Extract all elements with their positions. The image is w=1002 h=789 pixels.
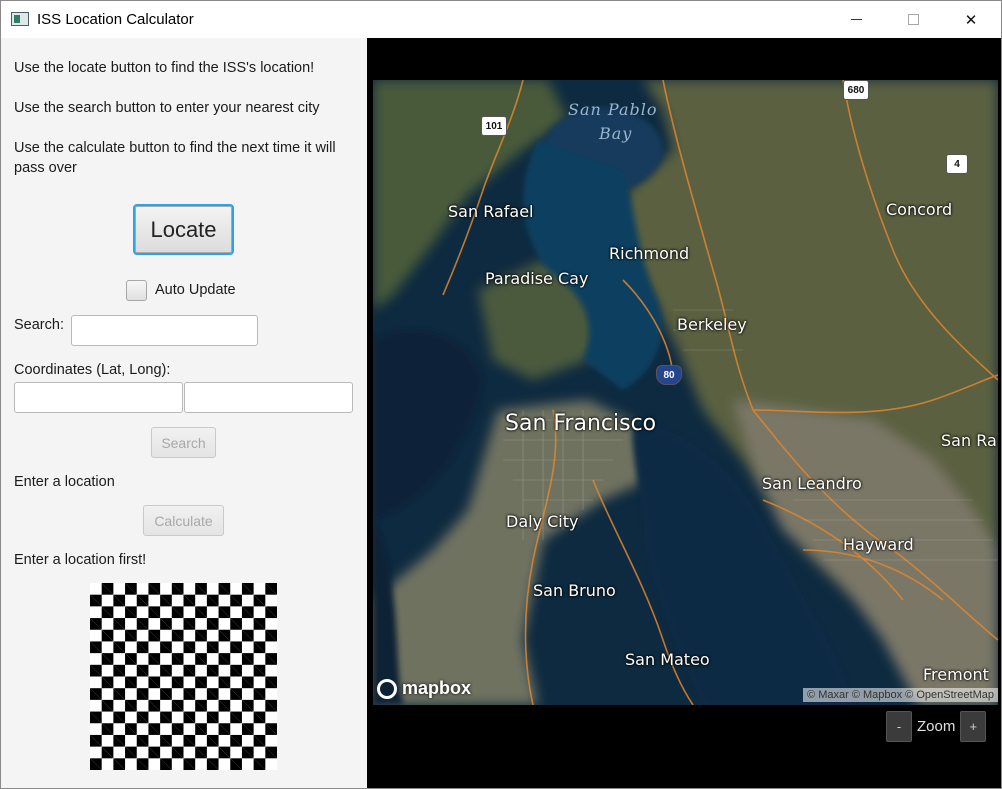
mapbox-logo-icon — [377, 678, 397, 699]
place-label: San Rafael — [448, 202, 534, 221]
calculate-button[interactable]: Calculate — [143, 505, 224, 536]
place-label: San Bruno — [533, 581, 616, 600]
highway-shield-101: 101 — [481, 116, 507, 136]
search-instruction: Use the search button to enter your near… — [14, 100, 320, 116]
control-panel: Use the locate button to find the ISS's … — [1, 38, 367, 788]
auto-update-toggle[interactable]: Auto Update — [126, 279, 236, 301]
app-window: ISS Location Calculator ✕ Use the locate… — [0, 0, 1002, 789]
place-label: Richmond — [609, 244, 690, 263]
place-label: Daly City — [506, 512, 579, 531]
zoom-controls: - Zoom + — [886, 711, 987, 742]
minimize-button[interactable] — [827, 1, 885, 38]
search-input[interactable] — [71, 315, 258, 346]
water-label-san-pablo: San Pablo — [568, 100, 658, 119]
water-label-bay: Bay — [599, 124, 633, 143]
zoom-label: Zoom — [917, 718, 956, 735]
place-label: San Francisco — [505, 411, 657, 436]
title-bar[interactable]: ISS Location Calculator ✕ — [1, 1, 1001, 38]
zoom-in-button[interactable]: + — [960, 711, 987, 742]
minimize-icon — [850, 19, 862, 20]
maximize-icon — [907, 14, 919, 25]
locate-button[interactable]: Locate — [133, 204, 234, 255]
mapbox-logo: mapbox — [377, 678, 471, 699]
map-terrain — [373, 80, 998, 705]
zoom-out-button[interactable]: - — [886, 711, 912, 742]
maximize-button[interactable] — [884, 1, 942, 38]
calculate-instruction: Use the calculate button to find the nex… — [14, 140, 336, 176]
latitude-field[interactable] — [14, 382, 183, 413]
interstate-shield-80: 80 — [656, 365, 682, 385]
search-button[interactable]: Search — [151, 427, 216, 458]
window-title: ISS Location Calculator — [37, 11, 194, 28]
calculation-status-text: Enter a location first! — [14, 552, 147, 568]
place-label: Concord — [886, 200, 953, 219]
satellite-map[interactable]: San Pablo Bay San Rafael Richmond Concor… — [373, 80, 998, 705]
checkerboard-image — [90, 583, 277, 770]
place-label: Fremont — [923, 665, 989, 684]
longitude-field[interactable] — [184, 382, 353, 413]
location-status-text: Enter a location — [14, 474, 115, 490]
place-label: San Ra — [941, 431, 997, 450]
app-icon — [11, 12, 29, 26]
place-label: San Leandro — [762, 474, 862, 493]
close-button[interactable]: ✕ — [942, 1, 1000, 38]
map-panel: San Pablo Bay San Rafael Richmond Concor… — [367, 38, 1001, 788]
search-label: Search: — [14, 317, 64, 333]
coordinates-label: Coordinates (Lat, Long): — [14, 362, 171, 378]
auto-update-checkbox[interactable] — [126, 279, 147, 301]
auto-update-label: Auto Update — [155, 282, 236, 298]
place-label: Hayward — [843, 535, 914, 554]
map-attribution[interactable]: © Maxar © Mapbox © OpenStreetMap — [803, 688, 998, 702]
highway-shield-4: 4 — [946, 154, 968, 174]
close-icon: ✕ — [964, 11, 978, 29]
highway-shield-680: 680 — [843, 80, 869, 100]
mapbox-logo-text: mapbox — [402, 678, 472, 698]
place-label: Paradise Cay — [485, 269, 589, 288]
place-label: Berkeley — [677, 315, 747, 334]
locate-instruction: Use the locate button to find the ISS's … — [14, 60, 315, 76]
place-label: San Mateo — [625, 650, 710, 669]
